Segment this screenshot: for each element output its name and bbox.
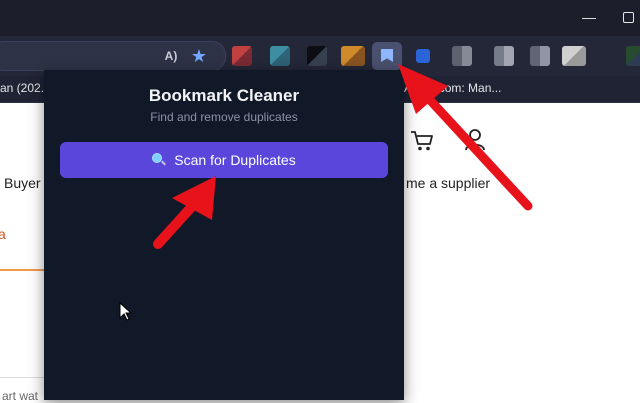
extension-icon[interactable] — [626, 46, 640, 66]
extension-icon[interactable] — [416, 49, 430, 63]
page-fragment: art wat — [2, 389, 39, 403]
bookmark-icon — [381, 49, 393, 62]
divider — [0, 377, 46, 378]
minimize-button[interactable]: — — [580, 8, 598, 26]
restore-icon — [623, 12, 634, 23]
extension-icon[interactable] — [562, 46, 586, 66]
user-icon[interactable] — [464, 128, 486, 152]
extension-icon[interactable] — [232, 46, 252, 66]
scan-for-duplicates-button[interactable]: Scan for Duplicates — [60, 142, 388, 178]
extension-icon[interactable] — [270, 46, 290, 66]
page-fragment: a — [0, 226, 6, 242]
read-aloud-icon[interactable]: A) — [161, 47, 181, 65]
restore-button[interactable] — [620, 8, 638, 26]
favorite-star-icon[interactable]: ★ — [188, 45, 210, 67]
window-titlebar: — — [0, 0, 640, 36]
extension-icon[interactable] — [341, 46, 365, 66]
bookmark-cleaner-popup: Bookmark Cleaner Find and remove duplica… — [44, 70, 404, 400]
divider — [0, 269, 46, 271]
bookmark-cleaner-extension-button[interactable] — [372, 42, 402, 70]
magnifier-icon — [152, 153, 167, 167]
minimize-icon: — — [582, 9, 596, 25]
mouse-cursor-icon — [119, 302, 133, 321]
extension-icon[interactable] — [452, 46, 472, 66]
buyer-text: Buyer — [4, 175, 41, 191]
bookmark-item[interactable]: A...ba.com: Man... — [404, 81, 501, 95]
supplier-text[interactable]: me a supplier — [406, 175, 490, 191]
extension-icon[interactable] — [494, 46, 514, 66]
extension-icon[interactable] — [307, 46, 327, 66]
address-bar[interactable]: A) ★ — [0, 41, 226, 71]
popup-subtitle: Find and remove duplicates — [150, 110, 298, 124]
scan-button-label: Scan for Duplicates — [174, 152, 296, 168]
extension-icon[interactable] — [530, 46, 550, 66]
popup-title: Bookmark Cleaner — [148, 86, 300, 105]
cart-icon[interactable] — [410, 130, 434, 152]
